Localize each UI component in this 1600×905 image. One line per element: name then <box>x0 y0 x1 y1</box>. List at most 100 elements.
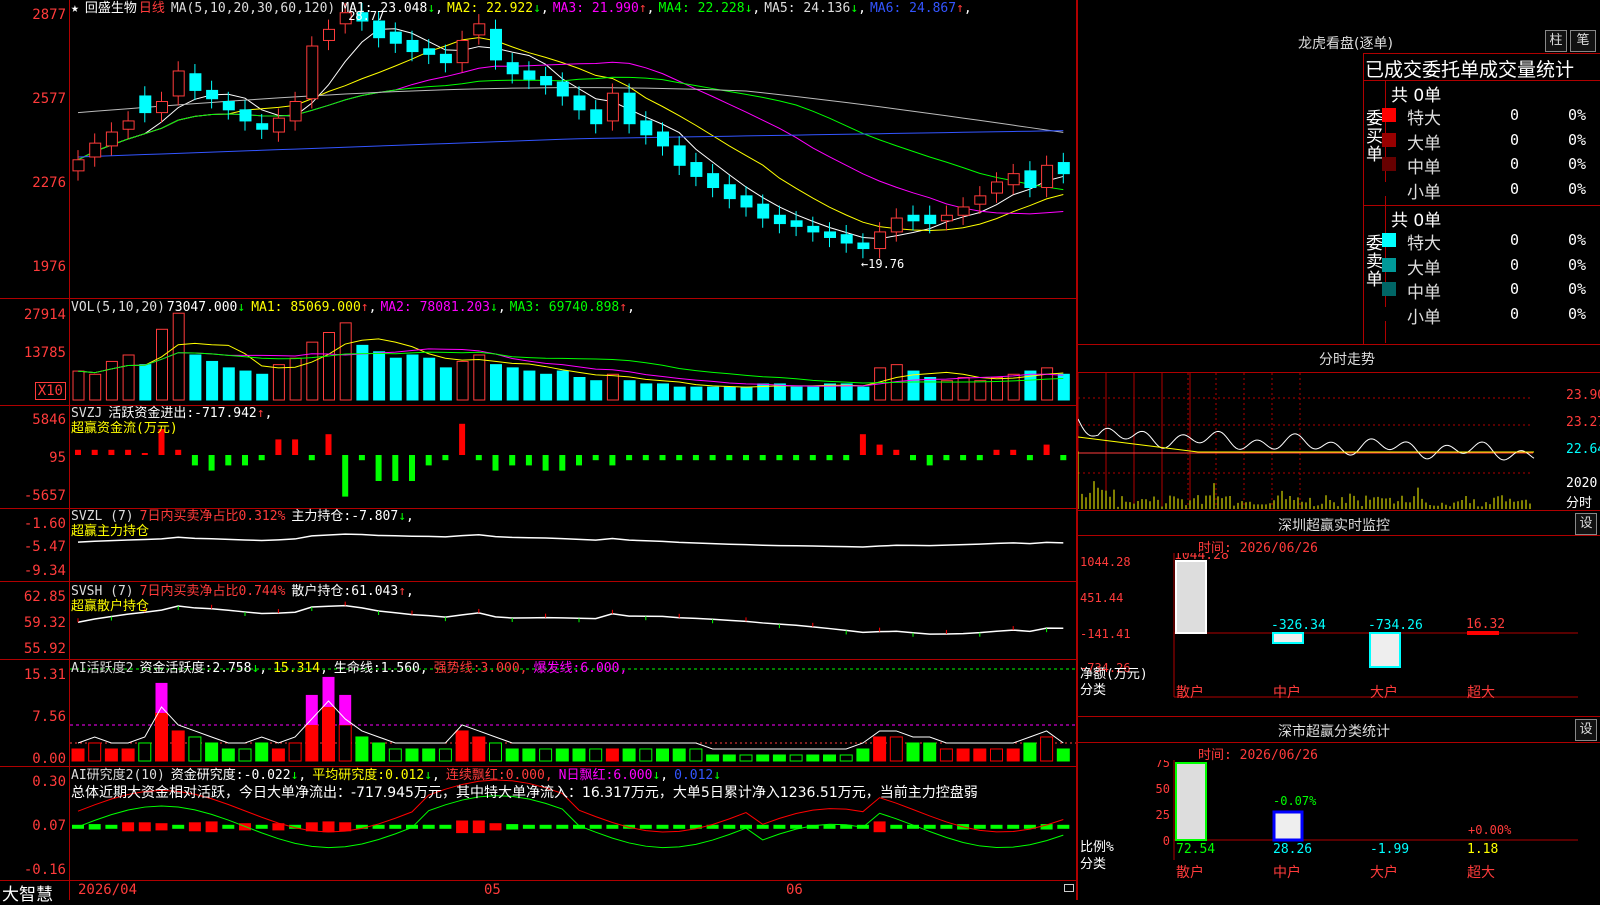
ma-value: MA3: 21.990 <box>553 1 639 16</box>
svzj-sub: 超赢资金流(万元) <box>71 421 278 436</box>
ma-line <box>78 131 1063 157</box>
ai2-last-arrow: ↓ <box>713 768 721 783</box>
fund-flow-bar <box>342 455 348 497</box>
sz-bar <box>1468 632 1498 634</box>
sc-settings-button[interactable]: 设 <box>1575 719 1597 741</box>
research-bar <box>456 821 468 834</box>
svsh-header: SVSH (7) 7日内买卖净占比0.744% 散户持仓:61.043↑, 超赢散户… <box>71 584 420 614</box>
buy-total: 共 0单 <box>1391 81 1441 106</box>
ai2-summary: 总体近期大资金相对活跃，今日大单净流出：-717.945万元，其中特大单净流入：… <box>71 783 978 803</box>
sc-y-label: 50 <box>1156 782 1170 796</box>
candle-body <box>825 232 836 238</box>
ma-arrow: ↓ <box>490 300 498 315</box>
candle-body <box>1008 174 1019 185</box>
sc-category: 大户 <box>1370 864 1398 881</box>
activity-bar <box>991 749 1003 761</box>
activity-bar <box>723 755 735 761</box>
fund-flow-bar <box>827 455 833 460</box>
axis-label: 5846 <box>32 412 66 428</box>
candle-body <box>324 29 335 40</box>
sc-unit: 比例% <box>1080 840 1114 855</box>
fund-flow-bar <box>893 450 899 455</box>
ma-value: MA5: 24.136 <box>764 1 850 16</box>
activity-bar <box>272 749 284 761</box>
candle-body <box>858 243 869 249</box>
activity-bar <box>690 749 702 761</box>
research-bar <box>122 822 134 831</box>
sc-category-label: 分类 <box>1080 857 1106 872</box>
fund-flow-bar <box>359 455 365 460</box>
order-row-count: 0 <box>1510 280 1519 298</box>
axis-label: -1.60 <box>24 516 66 532</box>
candle-body <box>908 215 919 221</box>
activity-bar <box>773 755 785 761</box>
ai1-y-axis: 15.31 7.56 0.00 <box>0 659 66 766</box>
intraday-y-label: 2020 <box>1566 476 1597 491</box>
activity-bar <box>323 707 335 761</box>
activity-bar <box>356 737 368 761</box>
fund-flow-bar <box>426 455 432 465</box>
volume-bar <box>140 365 151 400</box>
period-label[interactable]: 日线 <box>139 1 165 16</box>
candle-body <box>290 102 301 121</box>
ma-value: MA1: 85069.000 <box>251 300 361 315</box>
vol-header: VOL(5,10,20) 73047.000↓ MA1: 85069.000↑, MA… <box>71 300 645 315</box>
activity-bar <box>1007 749 1019 761</box>
fund-flow-bar <box>259 455 265 460</box>
research-bar <box>974 825 986 829</box>
volume-bar <box>223 368 234 400</box>
volume-bar <box>691 387 702 400</box>
lock-icon[interactable] <box>1064 884 1074 892</box>
bar-mode-button[interactable]: 柱 <box>1545 30 1567 52</box>
activity-bar <box>172 731 184 761</box>
order-row-label: 小单 <box>1407 303 1441 328</box>
activity-bar <box>490 743 502 761</box>
activity-bar <box>590 749 602 761</box>
sz-bar <box>1370 633 1400 667</box>
activity-peak <box>156 683 168 713</box>
tick-mode-button[interactable]: 笔 <box>1570 30 1596 52</box>
candle-body <box>307 46 318 99</box>
activity-bar <box>940 749 952 761</box>
research-bar <box>423 825 435 829</box>
activity-bar <box>657 749 669 761</box>
volume-bar <box>440 368 451 400</box>
volume-bar <box>1042 368 1053 400</box>
order-swatch <box>1382 307 1396 321</box>
activity-bar <box>105 749 117 761</box>
brand-label[interactable]: 大智慧 <box>2 880 53 905</box>
activity-bar <box>790 755 802 761</box>
axis-label: -9.34 <box>24 563 66 579</box>
activity-bar <box>523 749 535 761</box>
date-label: 06 <box>786 882 803 898</box>
activity-bar <box>456 731 468 761</box>
candle-body <box>73 160 84 171</box>
sz-settings-button[interactable]: 设 <box>1575 513 1597 535</box>
vol-ma-values: MA1: 85069.000↑, MA2: 78081.203↓, MA3: 697… <box>251 300 639 315</box>
research-bar <box>556 825 568 829</box>
chart-area[interactable]: 2877 2577 2276 1976 27914 13785 X10 5846… <box>0 0 1077 900</box>
fund-flow-bar <box>760 455 766 460</box>
research-bar <box>940 825 952 829</box>
ma-line <box>78 38 1063 231</box>
fund-flow-bar <box>660 455 666 460</box>
sz-category: 超大 <box>1467 685 1495 701</box>
activity-bar <box>640 749 652 761</box>
fund-flow-bar <box>877 445 883 455</box>
candle-body <box>440 54 451 62</box>
sc-top-label: +0.00% <box>1468 823 1512 837</box>
candle-body <box>157 102 168 113</box>
research-bar <box>389 825 401 829</box>
low-price-label: ←19.76 <box>861 257 904 271</box>
chart-plot-svg[interactable]: 28.77←19.76 <box>70 0 1076 880</box>
svzl-label: SVZL (7) <box>71 509 134 524</box>
intraday-chart[interactable] <box>1078 373 1600 509</box>
fund-flow-bar <box>442 455 448 460</box>
axis-label: 0.07 <box>32 818 66 834</box>
research-bar <box>105 825 117 829</box>
volume-bar <box>724 387 735 400</box>
order-row-count: 0 <box>1510 180 1519 198</box>
fund-flow-bar <box>476 455 482 460</box>
fund-flow-bar <box>643 455 649 460</box>
volume-bar <box>541 374 552 400</box>
